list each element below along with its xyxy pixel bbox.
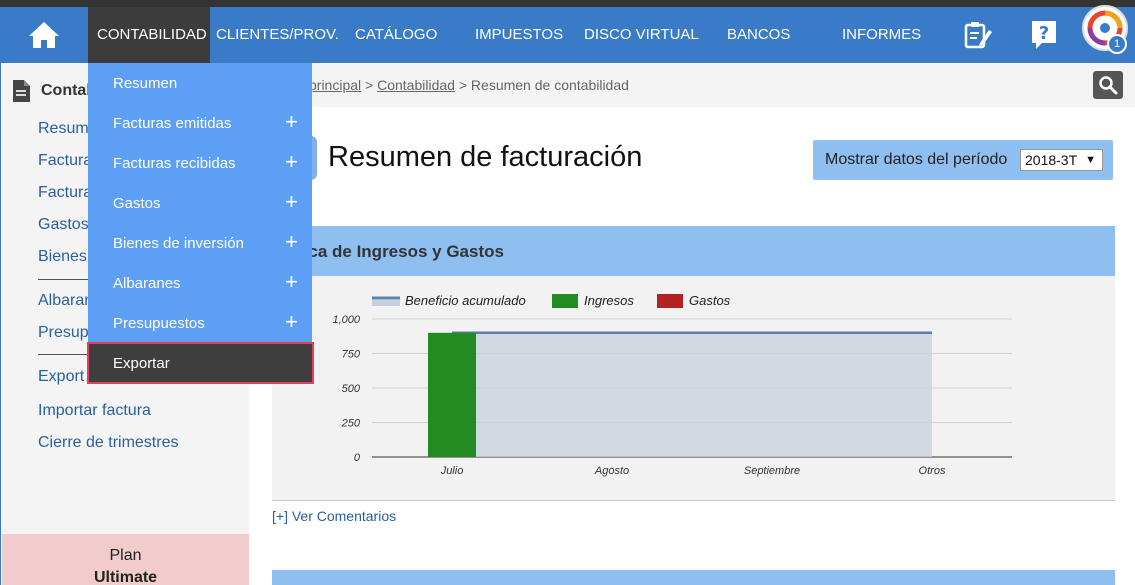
sidebar-link-cierre-trimestres[interactable]: Cierre de trimestres (38, 434, 178, 452)
period-label: Mostrar datos del período (825, 151, 1008, 168)
contabilidad-dropdown: Resumen Facturas emitidas + Facturas rec… (88, 63, 312, 383)
period-filter: Mostrar datos del período 2018-3T ▼ (813, 140, 1113, 180)
search-icon (1099, 76, 1118, 95)
x-tick-label: Agosto (594, 465, 629, 477)
legend-label: Gastos (689, 293, 731, 308)
main-navbar: CONTABILIDAD CLIENTES/PROV. CATÁLOGO IMP… (0, 7, 1135, 63)
menu-item-label: Gastos (113, 195, 161, 212)
menu-item-albaranes[interactable]: Albaranes + (88, 263, 312, 303)
y-tick-label: 750 (342, 349, 361, 361)
home-button[interactable] (0, 7, 88, 63)
period-select[interactable]: 2018-3T ▼ (1020, 149, 1103, 171)
help-button[interactable]: ? (1024, 7, 1064, 63)
bar-ingresos (428, 332, 476, 457)
y-tick-label: 250 (341, 418, 361, 430)
nav-bancos[interactable]: BANCOS (727, 7, 790, 63)
plan-name: Ultimate (93, 569, 158, 585)
document-icon (13, 80, 30, 102)
expand-plus-icon[interactable]: + (285, 191, 298, 213)
breadcrumb-separator: > (365, 77, 374, 93)
legend-swatch (552, 294, 578, 308)
next-section-header (272, 570, 1115, 585)
top-strip (0, 0, 1135, 7)
expand-plus-icon[interactable]: + (285, 111, 298, 133)
plan-badge: Plan Ultimate (2, 534, 249, 585)
breadcrumb-section-link[interactable]: Contabilidad (377, 77, 455, 93)
sidebar-link-resumen[interactable]: Resum (38, 120, 89, 138)
notification-badge[interactable]: 1 (1107, 34, 1127, 54)
period-value: 2018-3T (1025, 152, 1078, 168)
breadcrumb-home-link[interactable]: principal (309, 77, 361, 93)
sidebar-link-importar-factura[interactable]: Importar factura (38, 402, 151, 420)
legend-swatch (657, 294, 683, 308)
menu-item-label: Albaranes (113, 275, 181, 292)
sidebar-link-gastos[interactable]: Gastos (38, 216, 89, 234)
legend-label: Beneficio acumulado (405, 293, 526, 308)
menu-item-gastos[interactable]: Gastos + (88, 183, 312, 223)
nav-clientes[interactable]: CLIENTES/PROV. (216, 7, 339, 63)
menu-item-resumen[interactable]: Resumen (88, 63, 312, 103)
caret-down-icon: ▼ (1085, 154, 1096, 166)
income-expense-chart: 0 250 500 750 1,000 Julio Agosto Septiembre Otro… (332, 293, 1012, 477)
nav-informes[interactable]: INFORMES (842, 7, 921, 63)
y-tick-label: 500 (342, 383, 361, 395)
x-tick-label: Septiembre (744, 465, 800, 477)
y-tick-label: 0 (354, 452, 361, 464)
view-comments-link[interactable]: [+] Ver Comentarios (272, 508, 396, 524)
expand-plus-icon[interactable]: + (285, 151, 298, 173)
menu-item-label: Exportar (113, 355, 170, 372)
y-tick-label: 1,000 (332, 314, 360, 326)
search-button[interactable] (1093, 71, 1123, 99)
nav-impuestos[interactable]: IMPUESTOS (475, 7, 563, 63)
plan-label: Plan (109, 547, 142, 564)
menu-item-label: Presupuestos (113, 315, 205, 332)
sidebar-link-facturas-emitidas[interactable]: Factura (38, 152, 92, 170)
svg-text:?: ? (1039, 23, 1049, 44)
nav-catalogo[interactable]: CATÁLOGO (355, 7, 437, 63)
menu-item-label: Resumen (113, 75, 178, 92)
legend-label: Ingresos (584, 293, 634, 308)
menu-item-label: Bienes de inversión (113, 235, 244, 252)
menu-item-exportar[interactable]: Exportar (87, 342, 314, 384)
sidebar-link-bienes[interactable]: Bienes (38, 248, 87, 266)
sidebar-link-facturas-recibidas[interactable]: Factura (38, 184, 92, 202)
x-tick-label: Julio (440, 465, 464, 477)
expand-plus-icon[interactable]: + (285, 271, 298, 293)
expand-plus-icon[interactable]: + (285, 231, 298, 253)
breadcrumb-text: principal > Contabilidad > Resumen de co… (309, 77, 629, 93)
expand-plus-icon[interactable]: + (285, 311, 298, 333)
area-beneficio-acumulado (452, 332, 932, 457)
help-icon: ? (1032, 21, 1056, 49)
sidebar-link-exportar[interactable]: Export (38, 368, 84, 386)
menu-item-label: Facturas emitidas (113, 115, 232, 132)
menu-item-presupuestos[interactable]: Presupuestos + (88, 303, 312, 343)
nav-disco-virtual[interactable]: DISCO VIRTUAL (584, 7, 699, 63)
menu-item-label: Facturas recibidas (113, 155, 236, 172)
menu-item-facturas-emitidas[interactable]: Facturas emitidas + (88, 103, 312, 143)
sidebar-link-presupuestos[interactable]: Presup (38, 324, 89, 342)
chart-title: fica de Ingresos y Gastos (298, 242, 504, 261)
page-title: Resumen de facturación (328, 141, 643, 173)
x-tick-label: Otros (919, 465, 946, 477)
menu-item-bienes-inversion[interactable]: Bienes de inversión + (88, 223, 312, 263)
breadcrumb-separator: > (458, 77, 468, 93)
chart-header: fica de Ingresos y Gastos (272, 226, 1115, 276)
notes-button[interactable] (958, 7, 998, 63)
home-icon (29, 22, 59, 48)
sidebar-link-albaranes[interactable]: Albaran (38, 292, 93, 310)
menu-item-facturas-recibidas[interactable]: Facturas recibidas + (88, 143, 312, 183)
clipboard-edit-icon (964, 22, 992, 49)
breadcrumb-current: Resumen de contabilidad (470, 77, 629, 93)
nav-contabilidad[interactable]: CONTABILIDAD (88, 7, 210, 63)
breadcrumb: principal > Contabilidad > Resumen de co… (249, 63, 1135, 107)
